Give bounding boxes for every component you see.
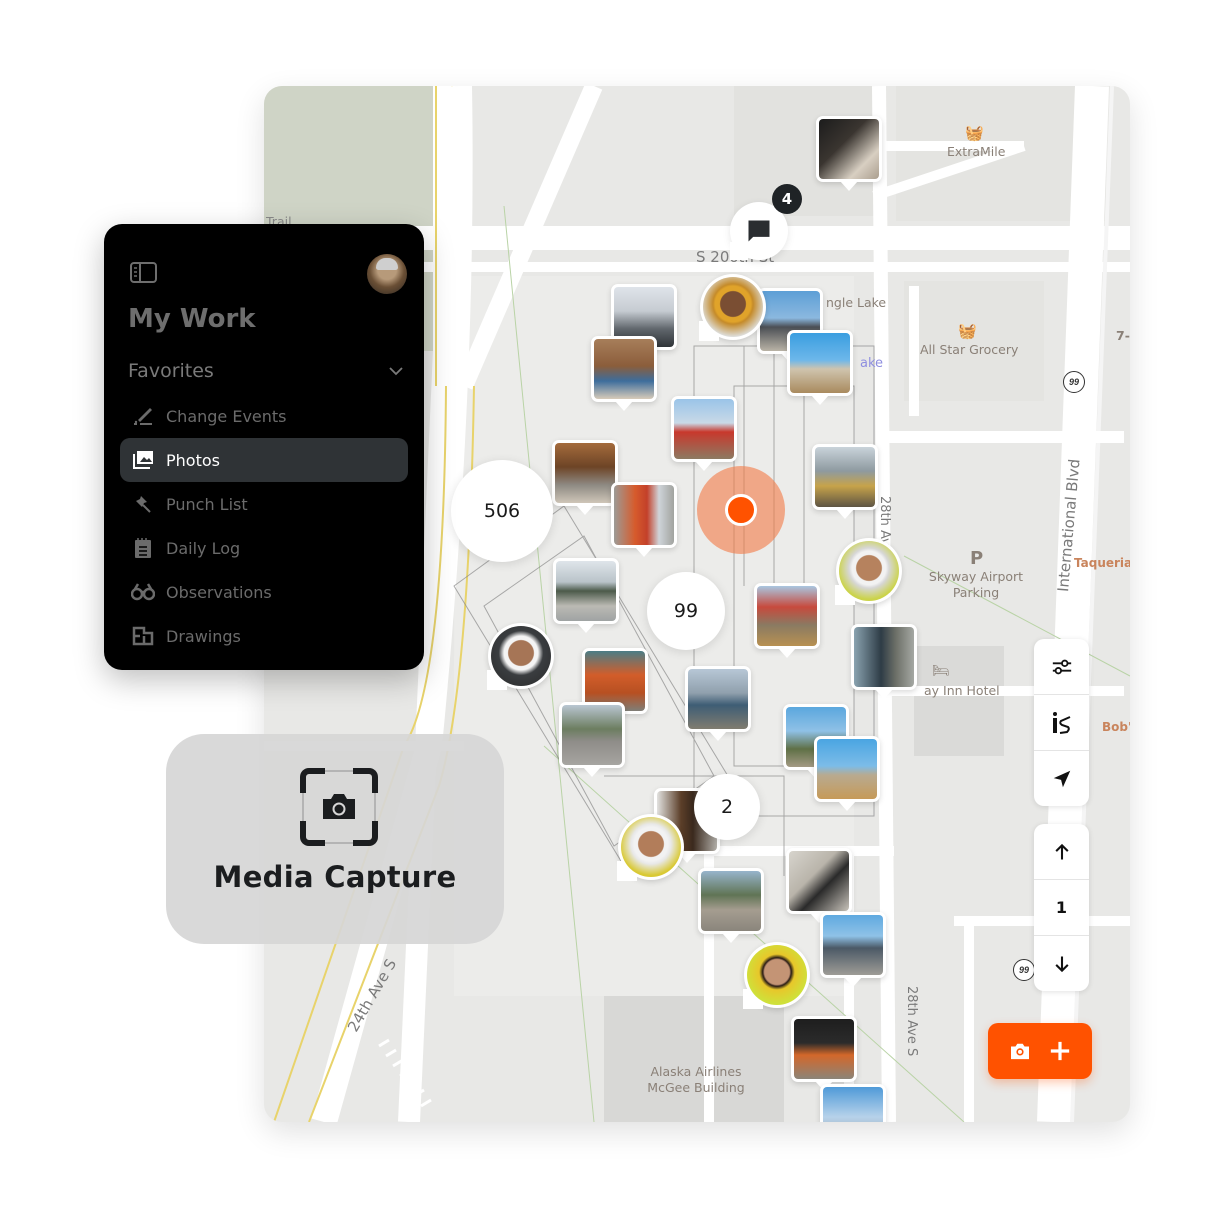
poi-lake: ake bbox=[860, 356, 884, 371]
layers-button[interactable] bbox=[1034, 695, 1089, 751]
photo-pin[interactable] bbox=[671, 396, 737, 471]
photo-pin[interactable] bbox=[812, 444, 878, 519]
street-label-28th-bottom: 28th Ave S bbox=[904, 986, 919, 1057]
photo-cluster[interactable]: 506 bbox=[451, 460, 553, 562]
my-work-panel: My Work Favorites Change Events Photos P… bbox=[104, 224, 424, 670]
photo-pin[interactable] bbox=[553, 558, 619, 633]
shopping-basket-icon: 🧺 bbox=[965, 125, 984, 142]
camera-icon bbox=[1011, 1043, 1029, 1060]
poi-allstar: All Star Grocery bbox=[920, 342, 1019, 357]
locate-button[interactable] bbox=[1034, 751, 1089, 806]
poi-seven-eleven: 7- bbox=[1116, 328, 1130, 343]
sidebar-item-label: Change Events bbox=[166, 406, 287, 426]
level-down-button[interactable] bbox=[1034, 936, 1089, 991]
sidebar-item-change-events[interactable]: Change Events bbox=[120, 394, 408, 438]
favorites-list: Change Events Photos Punch List Daily Lo… bbox=[120, 394, 408, 658]
poi-parking: Skyway Airport Parking bbox=[928, 569, 1024, 600]
arrow-down-icon bbox=[1054, 956, 1069, 972]
sidebar-item-label: Drawings bbox=[166, 626, 241, 646]
comment-icon bbox=[748, 220, 770, 242]
photo-pin[interactable] bbox=[591, 336, 657, 411]
user-avatar[interactable] bbox=[367, 254, 407, 294]
photo-pin[interactable] bbox=[851, 624, 917, 699]
comment-count-badge: 4 bbox=[772, 184, 802, 214]
favorites-section-header[interactable]: Favorites bbox=[128, 360, 403, 382]
sidebar-toggle-icon bbox=[130, 262, 157, 283]
filter-button[interactable] bbox=[1034, 639, 1089, 695]
photo-pin[interactable] bbox=[611, 482, 677, 557]
sidebar-item-daily-log[interactable]: Daily Log bbox=[120, 526, 408, 570]
sidebar-item-label: Photos bbox=[166, 450, 220, 470]
photo-pin[interactable] bbox=[685, 666, 751, 741]
user-avatar-pin[interactable] bbox=[699, 274, 766, 341]
sliders-icon bbox=[1052, 659, 1071, 674]
current-location-marker bbox=[697, 466, 785, 554]
map-tools-group bbox=[1034, 639, 1089, 806]
chevron-down-icon bbox=[389, 367, 403, 376]
user-avatar-pin[interactable] bbox=[743, 942, 810, 1009]
sidebar-item-label: Observations bbox=[166, 582, 272, 602]
camera-viewfinder-icon bbox=[299, 767, 379, 852]
is-logo-icon bbox=[1052, 711, 1070, 734]
arrow-up-icon bbox=[1054, 843, 1069, 859]
photo-pin[interactable] bbox=[787, 330, 853, 405]
sidebar-item-label: Daily Log bbox=[166, 538, 241, 558]
page-title: My Work bbox=[128, 304, 256, 334]
floorplan-icon bbox=[132, 626, 154, 646]
sidebar-item-punch-list[interactable]: Punch List bbox=[120, 482, 408, 526]
poi-alaska-airlines: Alaska Airlines McGee Building bbox=[647, 1064, 745, 1095]
poi-tangle-lake: ngle Lake bbox=[826, 295, 887, 310]
level-selector: 1 bbox=[1034, 824, 1089, 991]
level-up-button[interactable] bbox=[1034, 824, 1089, 880]
level-value: 1 bbox=[1034, 880, 1089, 936]
shopping-basket-icon: 🧺 bbox=[958, 323, 977, 340]
sidebar-item-drawings[interactable]: Drawings bbox=[120, 614, 408, 658]
pushpin-icon bbox=[136, 496, 151, 513]
sidebar-item-label: Punch List bbox=[166, 494, 248, 514]
sidebar-toggle-button[interactable] bbox=[130, 262, 157, 289]
photo-pin[interactable] bbox=[786, 848, 852, 923]
photo-pin[interactable] bbox=[820, 912, 886, 987]
bed-icon: 🛏 bbox=[932, 662, 950, 678]
media-capture-card[interactable]: Media Capture bbox=[166, 734, 504, 944]
navigation-arrow-icon bbox=[1053, 770, 1070, 787]
photo-pin[interactable] bbox=[816, 116, 882, 191]
media-capture-label: Media Capture bbox=[213, 860, 457, 894]
poi-hotel: ay Inn Hotel bbox=[924, 683, 1000, 698]
photo-pin[interactable] bbox=[559, 702, 625, 777]
sidebar-item-observations[interactable]: Observations bbox=[120, 570, 408, 614]
capture-add-button[interactable] bbox=[988, 1023, 1092, 1079]
pen-ruler-icon bbox=[134, 408, 152, 425]
highway-99-shield: 99 bbox=[1063, 371, 1085, 393]
photo-pin[interactable] bbox=[754, 583, 820, 658]
photo-pin[interactable] bbox=[814, 736, 880, 811]
favorites-label: Favorites bbox=[128, 360, 214, 382]
photo-pin[interactable] bbox=[820, 1084, 886, 1122]
photos-icon bbox=[133, 451, 153, 469]
photo-cluster[interactable]: 99 bbox=[647, 572, 725, 650]
poi-bobs: Bob' bbox=[1102, 720, 1130, 734]
highway-99-shield: 99 bbox=[1013, 959, 1035, 981]
plus-icon bbox=[1050, 1041, 1070, 1061]
photo-pin[interactable] bbox=[552, 440, 618, 515]
photo-pin[interactable] bbox=[791, 1016, 857, 1091]
poi-taqueria: Taqueria bbox=[1074, 556, 1130, 570]
notepad-icon bbox=[135, 538, 151, 558]
user-avatar-pin[interactable] bbox=[487, 623, 554, 690]
binoculars-icon bbox=[131, 583, 155, 601]
user-avatar-pin[interactable] bbox=[617, 814, 684, 881]
photo-cluster[interactable]: 2 bbox=[694, 774, 760, 840]
sidebar-item-photos[interactable]: Photos bbox=[120, 438, 408, 482]
poi-extramile: ExtraMile bbox=[947, 144, 1006, 159]
photo-pin[interactable] bbox=[698, 868, 764, 943]
user-avatar-pin[interactable] bbox=[835, 538, 902, 605]
parking-icon: P bbox=[970, 548, 984, 569]
